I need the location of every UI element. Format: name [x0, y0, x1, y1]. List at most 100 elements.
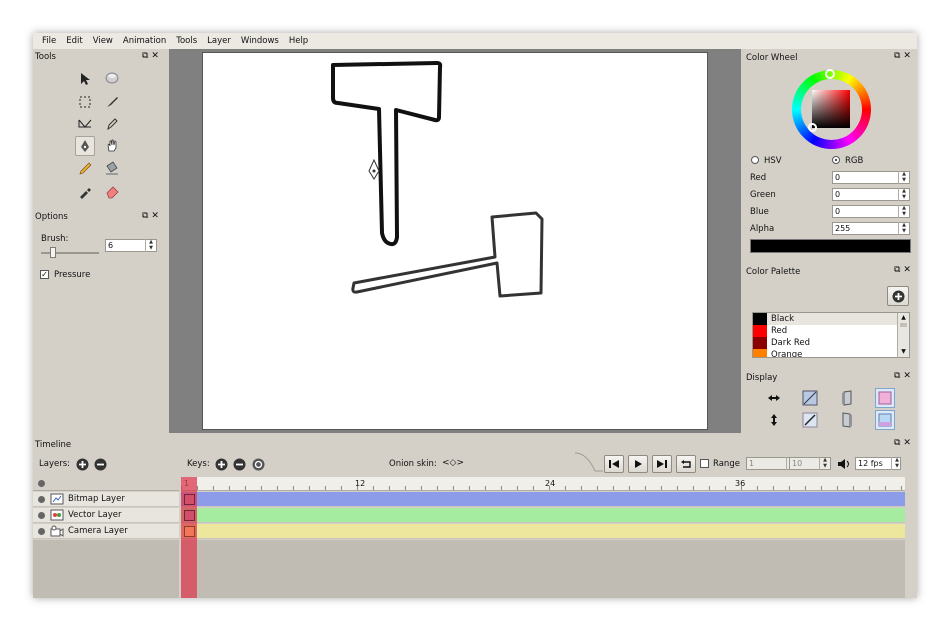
next-frame-button[interactable]: [652, 455, 672, 473]
brush-size-spinner[interactable]: ▲ ▼: [145, 239, 156, 252]
fps-spinner[interactable]: ▲ ▼: [891, 457, 902, 470]
rgb-radio[interactable]: [832, 156, 840, 164]
onion-next-icon[interactable]: [837, 410, 857, 430]
flip-vertical-icon[interactable]: [764, 410, 784, 430]
alpha-spinner[interactable]: ▲ ▼: [898, 222, 909, 235]
pressure-checkbox[interactable]: ✓: [40, 270, 49, 279]
hue-marker[interactable]: [825, 69, 835, 79]
remove-layer-icon[interactable]: [94, 458, 107, 471]
pencil-tool-icon[interactable]: [75, 159, 95, 179]
onion-prev-icon[interactable]: [837, 388, 857, 408]
hue-wheel[interactable]: [792, 69, 871, 149]
layer-row-vector[interactable]: Vector Layer: [33, 508, 179, 523]
next-frame-icon: [657, 460, 667, 468]
tab-divider: [574, 452, 603, 472]
onion-skin-toggle-icon[interactable]: <◇>: [442, 458, 464, 468]
keyframe[interactable]: [184, 526, 195, 537]
palette-item-label: Red: [771, 326, 788, 336]
layer-list-empty: [33, 540, 179, 598]
color-palette-panel-controls[interactable]: ⧉✕: [894, 265, 914, 275]
hand-tool-icon[interactable]: [102, 136, 122, 156]
green-spinner[interactable]: ▲ ▼: [898, 188, 909, 201]
keys-label: Keys:: [187, 459, 210, 469]
add-color-button[interactable]: [887, 286, 909, 306]
menu-tools[interactable]: Tools: [171, 36, 202, 46]
palette-item[interactable]: Dark Red: [753, 337, 909, 349]
prev-frame-button[interactable]: [604, 455, 624, 473]
polyline-tool-icon[interactable]: [75, 114, 95, 134]
color-wheel-panel-controls[interactable]: ⧉✕: [894, 51, 914, 61]
add-key-icon[interactable]: [215, 458, 228, 471]
brush-slider-handle[interactable]: [50, 247, 56, 258]
layer-visibility-icon[interactable]: [38, 527, 45, 535]
eraser-tool-icon[interactable]: [102, 182, 122, 202]
add-layer-icon[interactable]: [76, 458, 89, 471]
brush-label: Brush:: [41, 234, 69, 244]
color-wheel-panel-title: Color Wheel: [746, 53, 798, 63]
frame-track-vector[interactable]: [181, 508, 905, 523]
palette-item[interactable]: Orange: [753, 349, 909, 357]
select-tool-icon[interactable]: [75, 69, 95, 89]
layer-visibility-icon[interactable]: [38, 495, 45, 503]
pressure-label: Pressure: [54, 270, 91, 280]
menu-windows[interactable]: Windows: [236, 36, 284, 46]
tools-panel-controls[interactable]: ⧉✕: [142, 51, 162, 61]
marquee-tool-icon[interactable]: [75, 92, 95, 112]
sound-icon[interactable]: [837, 458, 851, 470]
range-end-spinner[interactable]: ▲ ▼: [819, 457, 830, 470]
duplicate-key-icon[interactable]: [252, 458, 265, 471]
red-label: Red: [750, 173, 767, 183]
layer-row-bitmap[interactable]: Bitmap Layer: [33, 492, 179, 507]
keyframe[interactable]: [184, 494, 195, 505]
saturation-value-square[interactable]: [812, 90, 850, 128]
palette-item[interactable]: Red: [753, 325, 909, 337]
camera-layer-icon: [50, 525, 64, 537]
brush-tool-icon[interactable]: [102, 92, 122, 112]
menu-help[interactable]: Help: [284, 36, 313, 46]
remove-key-icon[interactable]: [233, 458, 246, 471]
color-marker[interactable]: [808, 123, 817, 132]
palette-swatch: [753, 349, 767, 357]
onion-color-icon[interactable]: [875, 388, 895, 408]
bucket-tool-icon[interactable]: [102, 158, 122, 178]
palette-item[interactable]: Black: [753, 313, 909, 325]
play-icon: [635, 460, 642, 468]
timeline-panel-controls[interactable]: ⧉✕: [894, 438, 914, 448]
onion-blue-icon[interactable]: [875, 410, 895, 430]
eyedropper-tool-icon[interactable]: [75, 182, 95, 202]
smudge-tool-icon[interactable]: [102, 68, 122, 88]
flip-horizontal-icon[interactable]: [764, 388, 784, 408]
keyframe[interactable]: [184, 510, 195, 521]
color-palette-list[interactable]: Black Red Dark Red Orange: [752, 312, 910, 358]
blue-spinner[interactable]: ▲ ▼: [898, 205, 909, 218]
palette-scrollbar[interactable]: ▲ ▼: [897, 313, 909, 357]
menu-layer[interactable]: Layer: [202, 36, 236, 46]
layer-row-camera[interactable]: Camera Layer: [33, 524, 179, 539]
canvas-area: [169, 49, 741, 433]
frame-track-bitmap[interactable]: [181, 492, 905, 507]
thin-lines-icon[interactable]: [800, 410, 820, 430]
pen-tool-icon[interactable]: [102, 114, 122, 134]
menu-animation[interactable]: Animation: [118, 36, 171, 46]
red-spinner[interactable]: ▲ ▼: [898, 171, 909, 184]
range-checkbox[interactable]: [700, 459, 709, 468]
layer-visibility-icon[interactable]: [38, 511, 45, 519]
frame-track-camera[interactable]: [181, 524, 905, 539]
play-button[interactable]: [628, 455, 648, 473]
drawing-canvas[interactable]: [202, 52, 708, 430]
options-panel-controls[interactable]: ⧉✕: [142, 211, 162, 221]
loop-button[interactable]: [676, 455, 696, 473]
hsv-radio[interactable]: [751, 156, 759, 164]
layers-label: Layers:: [39, 459, 70, 469]
display-panel-controls[interactable]: ⧉✕: [894, 371, 914, 381]
menu-edit[interactable]: Edit: [61, 36, 87, 46]
color-palette-panel-title: Color Palette: [746, 267, 801, 277]
visibility-all-icon[interactable]: [38, 480, 45, 487]
vector-layer-icon: [50, 509, 64, 521]
pen-nib-tool-icon[interactable]: [75, 136, 95, 156]
menu-file[interactable]: File: [37, 36, 61, 46]
menu-bar: File Edit View Animation Tools Layer Win…: [33, 33, 917, 49]
outline-mode-icon[interactable]: [800, 388, 820, 408]
menu-view[interactable]: View: [88, 36, 118, 46]
frame-ruler[interactable]: 1 12 24 36: [181, 477, 905, 491]
